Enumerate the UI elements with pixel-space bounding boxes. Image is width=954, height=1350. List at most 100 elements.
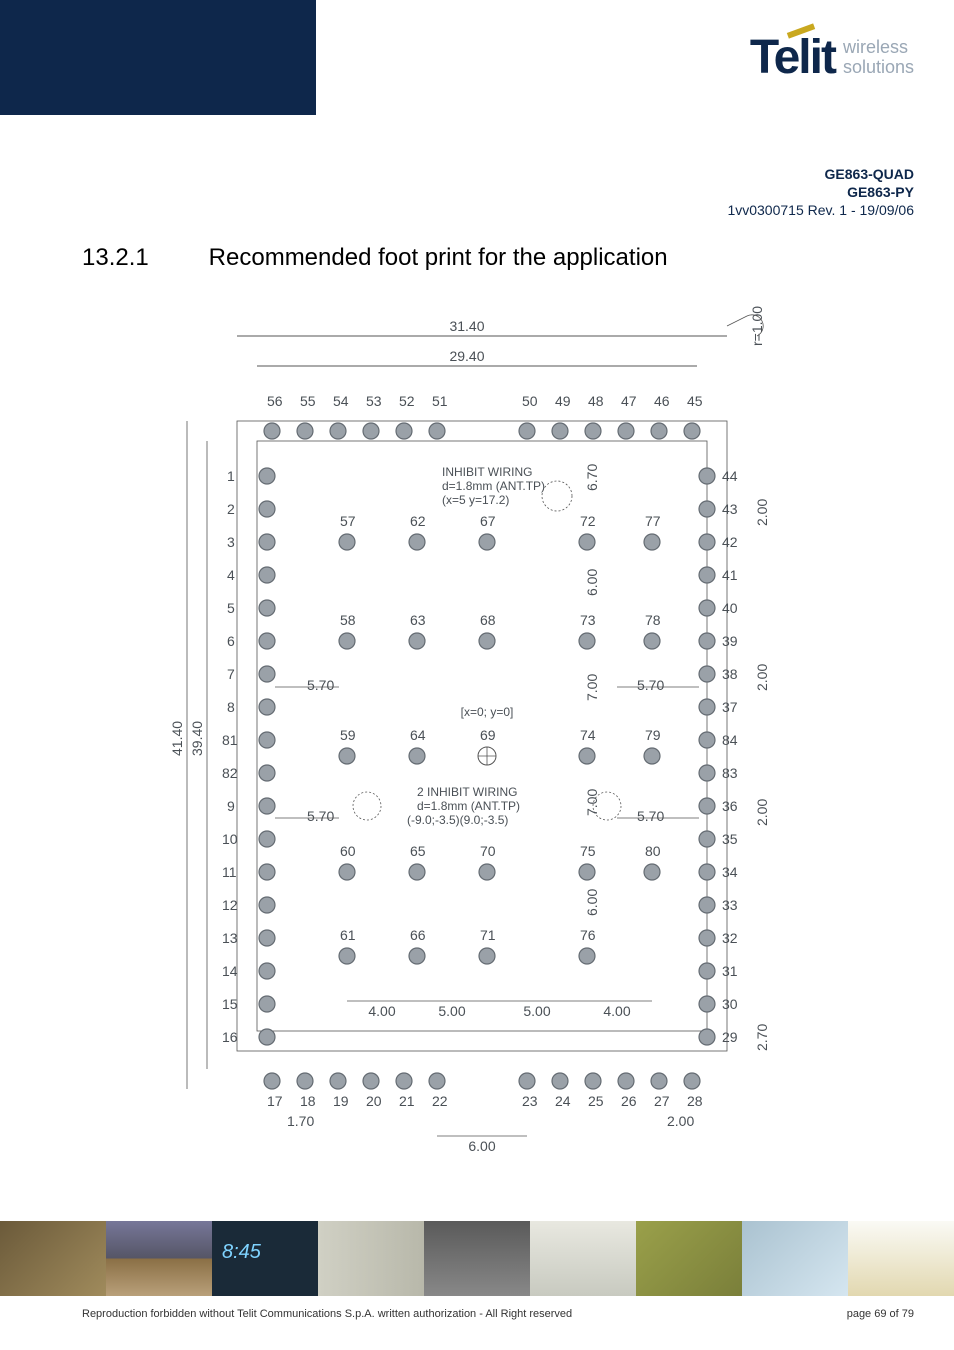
svg-text:72: 72	[580, 513, 596, 529]
svg-text:30: 30	[722, 996, 738, 1012]
svg-text:79: 79	[645, 727, 661, 743]
section-heading: 13.2.1 Recommended foot print for the ap…	[0, 220, 954, 272]
svg-text:29: 29	[722, 1029, 738, 1045]
svg-text:82: 82	[222, 765, 238, 781]
svg-text:40: 40	[722, 600, 738, 616]
dim-span-br: 5.70	[637, 808, 664, 824]
header-accent-block	[0, 0, 316, 115]
pads-inner-d: 60 65 70 75 80	[339, 843, 661, 880]
dim-bs-2: 5.00	[523, 1003, 550, 1019]
footprint-diagram: 31.40 29.40 r=1.00 56 55 54 53 52 51 50 …	[167, 296, 787, 1156]
svg-text:1: 1	[227, 468, 235, 484]
svg-text:13: 13	[222, 930, 238, 946]
footer-page-number: page 69 of 79	[847, 1308, 914, 1320]
dim-pitch-3: 2.00	[754, 798, 770, 825]
svg-text:37: 37	[722, 699, 738, 715]
svg-text:6: 6	[227, 633, 235, 649]
footer-copyright: Reproduction forbidden without Telit Com…	[82, 1308, 572, 1320]
svg-text:4: 4	[227, 567, 235, 583]
svg-text:5: 5	[227, 600, 235, 616]
svg-text:7: 7	[227, 666, 235, 682]
dim-corner-r: 2.00	[667, 1113, 694, 1129]
dim-gap-top: 6.70	[584, 463, 600, 490]
svg-text:71: 71	[480, 927, 496, 943]
svg-text:39: 39	[722, 633, 738, 649]
svg-text:42: 42	[722, 534, 738, 550]
dim-span-tr: 5.70	[637, 677, 664, 693]
pads-inner-b: 58 63 68 73 78	[339, 612, 661, 649]
svg-text:61: 61	[340, 927, 356, 943]
dim-bottom-w: 6.00	[468, 1138, 495, 1154]
svg-text:46: 46	[654, 393, 670, 409]
brand-logo: Telit wireless solutions	[750, 30, 914, 85]
svg-text:52: 52	[399, 393, 415, 409]
svg-text:9: 9	[227, 798, 235, 814]
note-origin: [x=0; y=0]	[461, 705, 514, 719]
svg-text:19: 19	[333, 1093, 349, 1109]
logo-tagline: wireless solutions	[843, 38, 914, 78]
tagline-line2: solutions	[843, 58, 914, 78]
dim-gap-4: 6.00	[584, 888, 600, 915]
thumb-5	[424, 1221, 530, 1296]
svg-text:18: 18	[300, 1093, 316, 1109]
dim-radius: r=1.00	[749, 305, 765, 345]
svg-text:16: 16	[222, 1029, 238, 1045]
dim-width-outer: 31.40	[449, 318, 484, 334]
svg-text:75: 75	[580, 843, 596, 859]
svg-text:83: 83	[722, 765, 738, 781]
thumb-7	[636, 1221, 742, 1296]
dim-gap-1: 6.00	[584, 568, 600, 595]
svg-text:81: 81	[222, 732, 238, 748]
svg-text:74: 74	[580, 727, 596, 743]
svg-text:2: 2	[227, 501, 235, 517]
svg-text:33: 33	[722, 897, 738, 913]
dim-gap-3: 7.00	[584, 788, 600, 815]
thumb-6	[530, 1221, 636, 1296]
svg-text:21: 21	[399, 1093, 415, 1109]
svg-text:41: 41	[722, 567, 738, 583]
doc-title-1: GE863-QUAD	[0, 165, 914, 183]
svg-text:45: 45	[687, 393, 703, 409]
section-title: Recommended foot print for the applicati…	[209, 244, 668, 271]
page-header: Telit wireless solutions	[0, 0, 954, 115]
thumb-3	[212, 1221, 318, 1296]
svg-text:69: 69	[480, 727, 496, 743]
tagline-line1: wireless	[843, 38, 914, 58]
svg-text:67: 67	[480, 513, 496, 529]
svg-text:31: 31	[722, 963, 738, 979]
svg-text:8: 8	[227, 699, 235, 715]
dim-corner-l: 1.70	[287, 1113, 314, 1129]
svg-text:32: 32	[722, 930, 738, 946]
dim-gap-2: 7.00	[584, 673, 600, 700]
svg-text:34: 34	[722, 864, 738, 880]
dim-bs-3: 4.00	[603, 1003, 630, 1019]
svg-text:20: 20	[366, 1093, 382, 1109]
thumb-9	[848, 1221, 954, 1296]
svg-text:84: 84	[722, 732, 738, 748]
svg-text:28: 28	[687, 1093, 703, 1109]
svg-text:58: 58	[340, 612, 356, 628]
svg-text:64: 64	[410, 727, 426, 743]
svg-text:68: 68	[480, 612, 496, 628]
svg-text:38: 38	[722, 666, 738, 682]
note-inhibit1-l1: INHIBIT WIRING	[442, 465, 532, 479]
doc-revision: 1vv0300715 Rev. 1 - 19/09/06	[0, 201, 914, 219]
svg-text:14: 14	[222, 963, 238, 979]
logo-wordmark: Telit	[750, 30, 835, 85]
svg-text:73: 73	[580, 612, 596, 628]
pads-bottom: 17 18 19 20 21 22 23 24 25 26 27 28	[264, 1073, 703, 1109]
pads-right: 44 43 42 41 40 39 38 37 84 83 36 35 34 3…	[699, 468, 738, 1045]
svg-text:11: 11	[222, 864, 237, 880]
svg-text:66: 66	[410, 927, 426, 943]
pads-inner-c: 59 64 69 74 79	[339, 727, 661, 765]
svg-text:24: 24	[555, 1093, 571, 1109]
svg-text:27: 27	[654, 1093, 670, 1109]
svg-text:17: 17	[267, 1093, 283, 1109]
pads-inner-a: 57 62 67 72 77	[339, 513, 661, 550]
note-inhibit2-l3: (-9.0;-3.5)(9.0;-3.5)	[407, 813, 508, 827]
note-inhibit2-l1: 2 INHIBIT WIRING	[417, 785, 517, 799]
svg-text:23: 23	[522, 1093, 538, 1109]
dim-width-inner: 29.40	[449, 348, 484, 364]
svg-text:47: 47	[621, 393, 637, 409]
svg-text:63: 63	[410, 612, 426, 628]
